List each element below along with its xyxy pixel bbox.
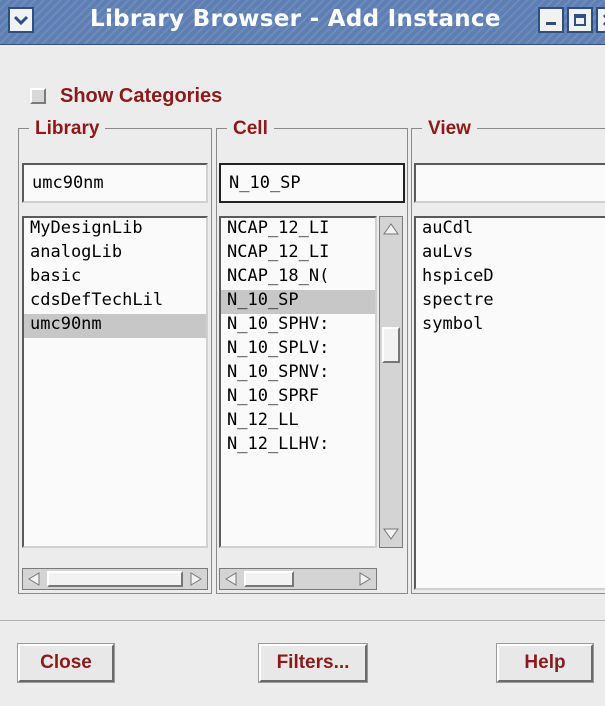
close-window-button[interactable] <box>596 7 605 33</box>
list-item[interactable]: N_10_SPLV: <box>221 338 375 362</box>
scroll-right-arrow[interactable] <box>356 571 374 587</box>
list-item[interactable]: NCAP_18_N( <box>221 266 375 290</box>
window-title: Library Browser - Add Instance <box>90 6 501 32</box>
maximize-icon <box>574 14 586 26</box>
list-item[interactable]: N_10_SPNV: <box>221 362 375 386</box>
list-item[interactable]: symbol <box>416 314 605 338</box>
arrow-up-icon <box>383 223 399 235</box>
view-legend: View <box>422 118 477 140</box>
arrow-left-icon <box>225 572 237 586</box>
show-categories-checkbox[interactable] <box>30 88 46 104</box>
scroll-left-arrow[interactable] <box>25 571 43 587</box>
arrow-right-icon <box>190 572 202 586</box>
library-entry[interactable]: umc90nm <box>22 163 208 203</box>
filters-button[interactable]: Filters... <box>258 643 368 683</box>
list-item[interactable]: N_12_LLHV: <box>221 434 375 458</box>
show-categories-label: Show Categories <box>60 84 223 107</box>
cell-hscroll-thumb[interactable] <box>244 571 294 587</box>
title-bar: Library Browser - Add Instance <box>0 0 605 45</box>
library-hscrollbar[interactable] <box>22 568 208 590</box>
list-item[interactable]: auCdl <box>416 218 605 242</box>
minimize-button[interactable] <box>538 7 564 33</box>
maximize-button[interactable] <box>567 7 593 33</box>
library-list[interactable]: MyDesignLib analogLib basic cdsDefTechLi… <box>22 216 208 548</box>
list-item-selected[interactable]: umc90nm <box>24 314 206 338</box>
library-legend: Library <box>29 118 106 140</box>
list-item[interactable]: spectre <box>416 290 605 314</box>
cell-list[interactable]: NCAP_12_LI NCAP_12_LI NCAP_18_N( N_10_SP… <box>219 216 377 548</box>
cell-vscroll-thumb[interactable] <box>382 327 400 363</box>
view-list[interactable]: auCdl auLvs hspiceD spectre symbol <box>414 216 605 590</box>
close-button[interactable]: Close <box>17 643 115 683</box>
library-hscroll-thumb[interactable] <box>47 571 183 587</box>
list-item[interactable]: MyDesignLib <box>24 218 206 242</box>
list-item[interactable]: NCAP_12_LI <box>221 218 375 242</box>
help-button[interactable]: Help <box>496 643 594 683</box>
list-item[interactable]: basic <box>24 266 206 290</box>
list-item[interactable]: hspiceD <box>416 266 605 290</box>
separator <box>0 620 605 621</box>
arrow-down-icon <box>383 528 399 540</box>
scroll-down-arrow[interactable] <box>382 525 400 543</box>
view-entry[interactable] <box>414 163 605 203</box>
cell-vscrollbar[interactable] <box>379 216 403 548</box>
minimize-icon <box>546 22 556 25</box>
arrow-left-icon <box>28 572 40 586</box>
list-item[interactable]: analogLib <box>24 242 206 266</box>
scroll-right-arrow[interactable] <box>187 571 205 587</box>
list-item-selected[interactable]: N_10_SP <box>221 290 375 314</box>
cell-entry[interactable]: N_10_SP <box>219 163 405 203</box>
cell-hscrollbar[interactable] <box>219 568 377 590</box>
arrow-right-icon <box>359 572 371 586</box>
window-menu-button[interactable] <box>8 7 34 33</box>
scroll-left-arrow[interactable] <box>222 571 240 587</box>
list-item[interactable]: N_10_SPHV: <box>221 314 375 338</box>
show-categories-toggle[interactable]: Show Categories <box>30 82 222 110</box>
list-item[interactable]: NCAP_12_LI <box>221 242 375 266</box>
list-item[interactable]: N_12_LL <box>221 410 375 434</box>
list-item[interactable]: N_10_SPRF <box>221 386 375 410</box>
list-item[interactable]: auLvs <box>416 242 605 266</box>
chevron-down-icon <box>13 15 29 26</box>
list-item[interactable]: cdsDefTechLil <box>24 290 206 314</box>
scroll-up-arrow[interactable] <box>382 220 400 238</box>
cell-legend: Cell <box>227 118 274 140</box>
